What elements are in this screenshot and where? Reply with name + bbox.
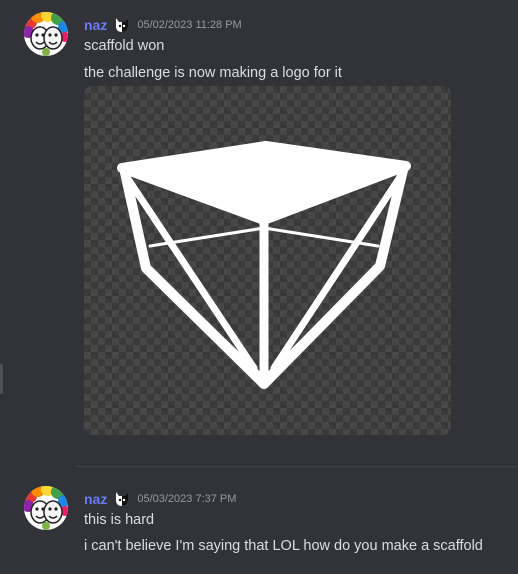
- clown-avatar-icon: [24, 486, 68, 530]
- message-header: naz 05/02/2023 11:28 PM: [84, 16, 242, 34]
- timestamp[interactable]: 05/03/2023 7:37 PM: [137, 493, 236, 505]
- message-header: naz 05/03/2023 7:37 PM: [84, 490, 236, 508]
- clown-avatar-icon: [24, 12, 68, 56]
- avatar[interactable]: [24, 486, 68, 530]
- message-text: the challenge is now making a logo for i…: [84, 65, 342, 81]
- scrollbar-thumb[interactable]: [0, 364, 3, 394]
- role-icon: [113, 16, 131, 34]
- message-text: this is hard: [84, 512, 155, 528]
- avatar[interactable]: [24, 12, 68, 56]
- message-text: i can't believe I'm saying that LOL how …: [84, 538, 483, 554]
- username[interactable]: naz: [84, 491, 107, 507]
- scaffold-logo-icon: [117, 141, 411, 389]
- timestamp[interactable]: 05/02/2023 11:28 PM: [137, 19, 241, 31]
- image-attachment[interactable]: [84, 86, 451, 435]
- date-divider: [76, 466, 518, 467]
- username[interactable]: naz: [84, 17, 107, 33]
- role-icon: [113, 490, 131, 508]
- message-text: scaffold won: [84, 38, 165, 54]
